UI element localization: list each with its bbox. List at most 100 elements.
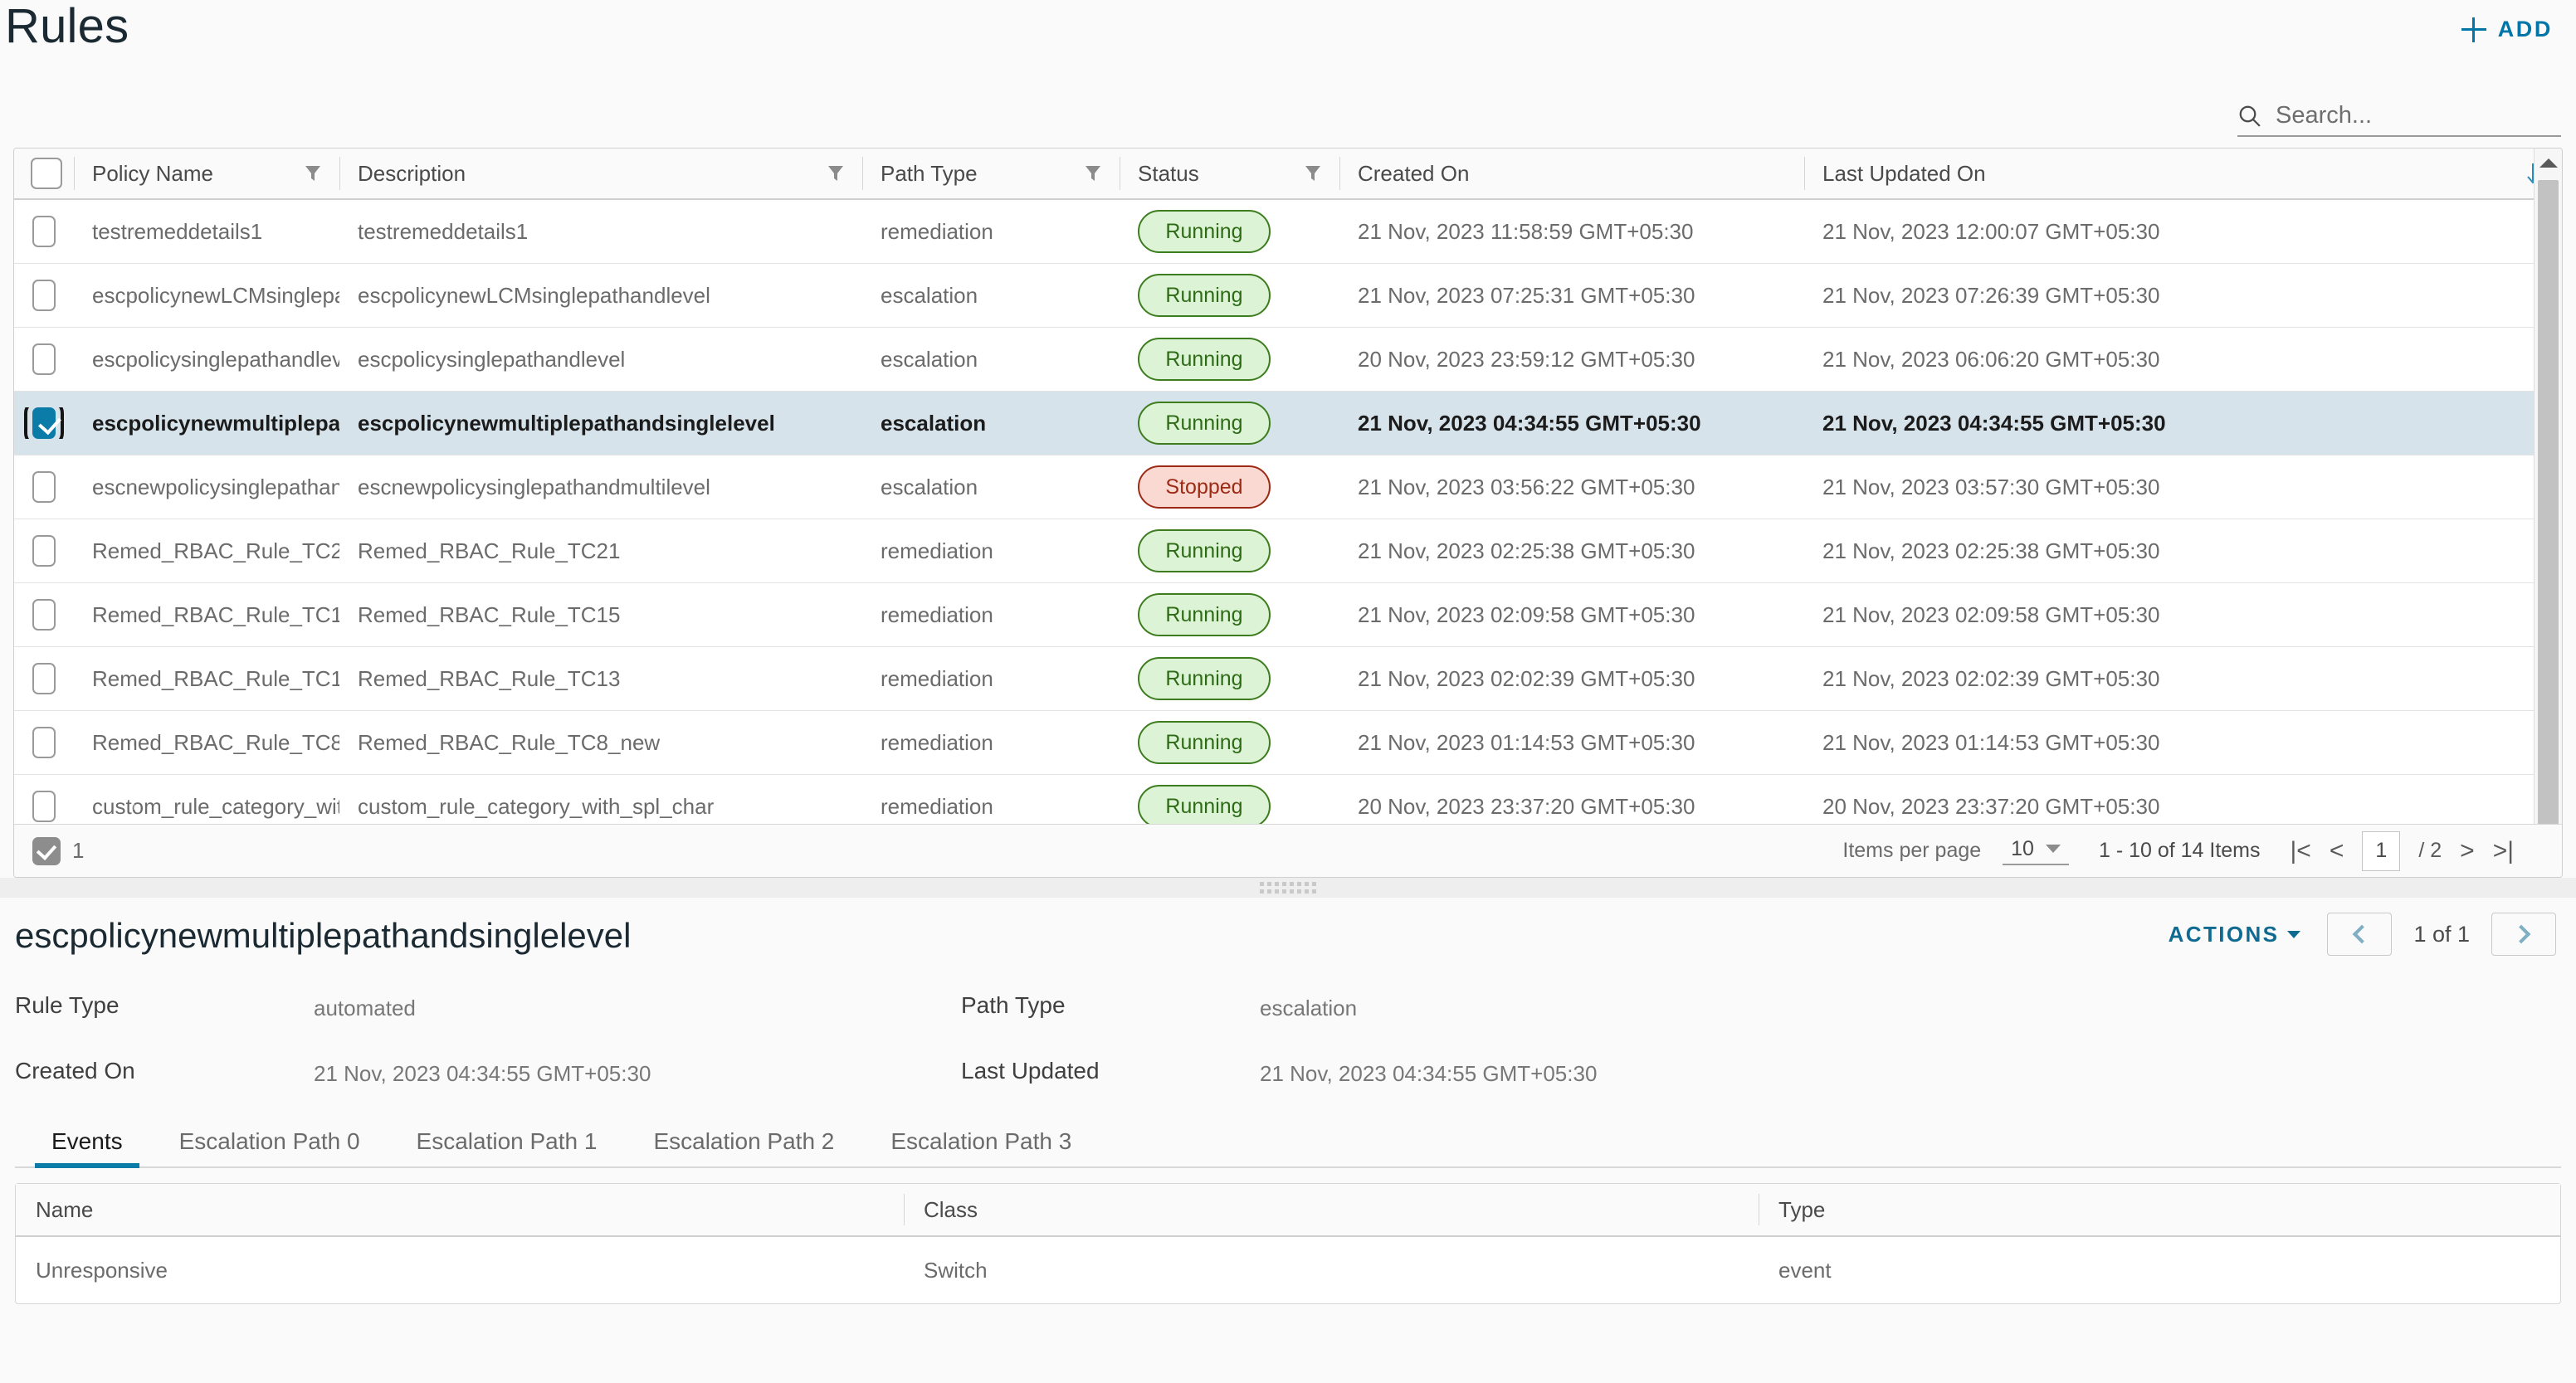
- detail-panel: escpolicynewmultiplepathandsinglelevel A…: [0, 898, 2576, 1304]
- cell-created-on: 21 Nov, 2023 07:25:31 GMT+05:30: [1358, 282, 1695, 308]
- row-select-cell[interactable]: [14, 727, 74, 758]
- items-per-page-select[interactable]: 10: [2003, 837, 2069, 865]
- table-row[interactable]: testremeddetails1 testremeddetails1 remedi…: [14, 200, 2562, 264]
- column-header-status[interactable]: Status: [1120, 149, 1339, 198]
- field-label-last-updated: Last Updated: [961, 1058, 1100, 1084]
- detail-next-button[interactable]: [2491, 913, 2556, 956]
- row-checkbox[interactable]: [32, 343, 56, 375]
- column-header-path-type[interactable]: Path Type: [862, 149, 1120, 198]
- panel-resize-handle[interactable]: [0, 878, 2576, 898]
- table-row[interactable]: escpolicynewmultiplepathandsinglelevel es…: [14, 392, 2562, 455]
- row-checkbox[interactable]: [32, 663, 56, 694]
- cell-policy-name: escpolicysinglepathandlevel: [74, 347, 339, 373]
- last-page-button[interactable]: >|: [2493, 838, 2514, 864]
- events-column-class[interactable]: Class: [904, 1184, 1759, 1235]
- search-row: [0, 90, 2576, 148]
- previous-page-button[interactable]: <: [2330, 838, 2344, 864]
- scrollbar-thumb[interactable]: [2538, 180, 2559, 844]
- page-title: Rules: [5, 0, 129, 53]
- status-badge: Running: [1138, 402, 1271, 445]
- cell-created-on: 21 Nov, 2023 02:25:38 GMT+05:30: [1358, 538, 1695, 563]
- pagination-range: 1 - 10 of 14 Items: [2098, 839, 2261, 862]
- table-row[interactable]: escnewpolicysinglepathandmultilevel escne…: [14, 455, 2562, 519]
- add-button[interactable]: ADD: [2455, 12, 2559, 47]
- filter-icon[interactable]: [305, 164, 321, 183]
- table-row[interactable]: Unresponsive Switch event: [16, 1237, 2560, 1303]
- selection-indicator-checkbox[interactable]: [32, 836, 61, 865]
- table-row[interactable]: Remed_RBAC_Rule_TC8_new Remed_RBAC_Rule_T…: [14, 711, 2562, 775]
- cell-policy-name: Remed_RBAC_Rule_TC21: [74, 538, 339, 564]
- column-header-last-updated-on[interactable]: Last Updated On: [1804, 149, 2562, 198]
- scroll-up-arrow[interactable]: [2535, 149, 2562, 177]
- add-button-label: ADD: [2497, 17, 2553, 41]
- events-column-type[interactable]: Type: [1759, 1184, 2560, 1235]
- tab-escalation-path-3[interactable]: Escalation Path 3: [862, 1128, 1100, 1166]
- row-checkbox[interactable]: [32, 599, 56, 631]
- cell-description: escpolicynewmultiplepathandsinglelevel: [358, 410, 775, 436]
- column-header-policy-name[interactable]: Policy Name: [74, 149, 339, 198]
- actions-dropdown-button[interactable]: ACTIONS: [2164, 921, 2306, 948]
- table-body: testremeddetails1 testremeddetails1 remedi…: [14, 200, 2562, 855]
- status-badge: Running: [1138, 593, 1271, 636]
- cell-last-updated-on: 21 Nov, 2023 02:09:58 GMT+05:30: [1822, 601, 2160, 627]
- row-select-cell[interactable]: [14, 343, 74, 375]
- table-row[interactable]: escpolicysinglepathandlevel escpolicysing…: [14, 328, 2562, 392]
- cell-last-updated-on: 21 Nov, 2023 01:14:53 GMT+05:30: [1822, 729, 2160, 755]
- tab-events[interactable]: Events: [23, 1128, 151, 1168]
- filter-icon[interactable]: [827, 164, 844, 183]
- status-badge: Running: [1138, 721, 1271, 764]
- search-input[interactable]: [2274, 101, 2561, 130]
- tab-escalation-path-2[interactable]: Escalation Path 2: [625, 1128, 862, 1166]
- next-page-button[interactable]: >: [2460, 838, 2475, 864]
- row-checkbox[interactable]: [24, 407, 64, 439]
- first-page-button[interactable]: |<: [2291, 838, 2311, 864]
- cell-status: Stopped: [1120, 465, 1339, 509]
- cell-path-type: remediation: [881, 538, 993, 563]
- cell-status: Running: [1120, 274, 1339, 317]
- row-checkbox[interactable]: [32, 727, 56, 758]
- row-checkbox[interactable]: [32, 280, 56, 311]
- events-column-name[interactable]: Name: [16, 1184, 904, 1235]
- table-row[interactable]: Remed_RBAC_Rule_TC21 Remed_RBAC_Rule_TC21…: [14, 519, 2562, 583]
- row-select-cell[interactable]: [14, 663, 74, 694]
- table-row[interactable]: Remed_RBAC_Rule_TC13 Remed_RBAC_Rule_TC13…: [14, 647, 2562, 711]
- row-select-cell[interactable]: [14, 216, 74, 247]
- column-header-description[interactable]: Description: [339, 149, 862, 198]
- status-badge: Running: [1138, 274, 1271, 317]
- search-box[interactable]: [2237, 101, 2561, 137]
- row-select-cell[interactable]: [14, 280, 74, 311]
- row-select-cell[interactable]: [14, 535, 74, 567]
- cell-last-updated-on: 20 Nov, 2023 23:37:20 GMT+05:30: [1822, 793, 2160, 819]
- status-badge: Stopped: [1138, 465, 1271, 509]
- table-vertical-scrollbar[interactable]: [2534, 149, 2562, 877]
- pagination-controls: |< < 1 / 2 > >|: [2291, 830, 2514, 871]
- cell-description: escpolicynewLCMsinglepathandlevel: [358, 282, 710, 308]
- row-checkbox[interactable]: [32, 216, 56, 247]
- row-select-cell[interactable]: [14, 407, 74, 439]
- current-page-input[interactable]: 1: [2362, 830, 2401, 871]
- detail-previous-button[interactable]: [2327, 913, 2393, 956]
- cell-description: custom_rule_category_with_spl_char: [358, 793, 715, 819]
- select-all-header[interactable]: [14, 149, 74, 198]
- filter-icon[interactable]: [1085, 164, 1101, 183]
- row-checkbox[interactable]: [32, 471, 56, 503]
- event-class: Switch: [924, 1257, 988, 1283]
- cell-description: escnewpolicysinglepathandmultilevel: [358, 474, 710, 499]
- select-all-checkbox[interactable]: [31, 158, 62, 189]
- filter-icon[interactable]: [1305, 164, 1321, 183]
- row-checkbox[interactable]: [32, 791, 56, 822]
- tab-escalation-path-0[interactable]: Escalation Path 0: [151, 1128, 388, 1166]
- column-header-created-on[interactable]: Created On: [1339, 149, 1804, 198]
- row-checkbox[interactable]: [32, 535, 56, 567]
- table-row[interactable]: escpolicynewLCMsinglepathandlevel escpoli…: [14, 264, 2562, 328]
- row-select-cell[interactable]: [14, 471, 74, 503]
- chevron-left-icon: [2353, 924, 2372, 944]
- tab-escalation-path-1[interactable]: Escalation Path 1: [388, 1128, 626, 1166]
- field-label-path-type: Path Type: [961, 992, 1066, 1018]
- event-name: Unresponsive: [36, 1257, 168, 1283]
- grip-dots-icon: [1260, 882, 1316, 894]
- cell-policy-name: testremeddetails1: [74, 219, 339, 245]
- table-row[interactable]: Remed_RBAC_Rule_TC15 Remed_RBAC_Rule_TC15…: [14, 583, 2562, 647]
- row-select-cell[interactable]: [14, 791, 74, 822]
- row-select-cell[interactable]: [14, 599, 74, 631]
